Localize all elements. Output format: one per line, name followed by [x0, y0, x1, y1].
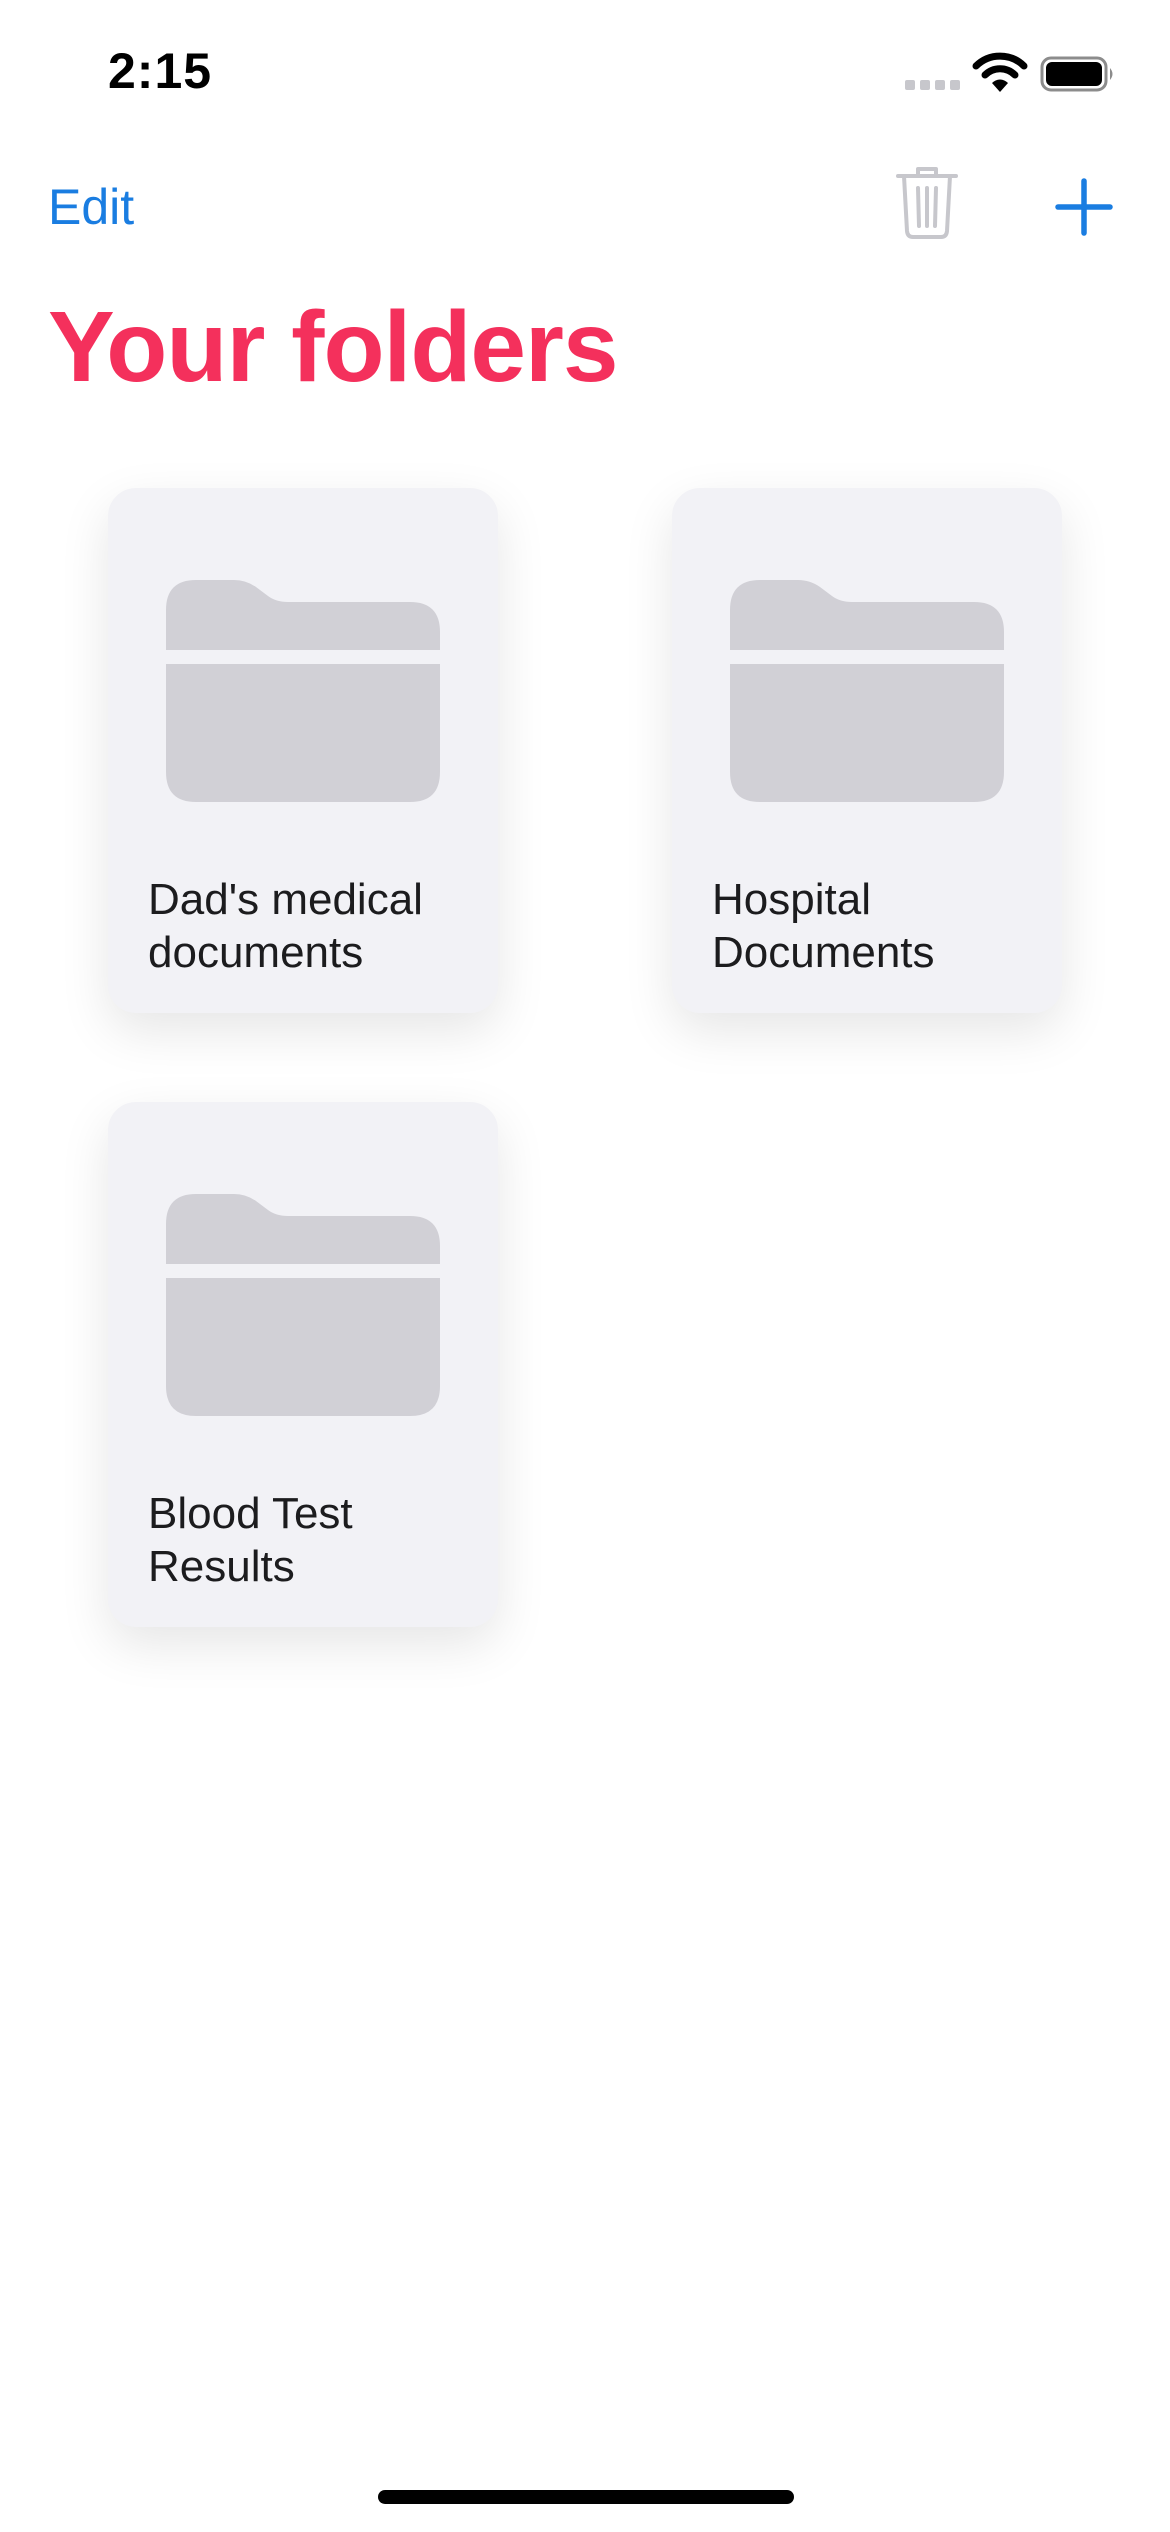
folder-card[interactable]: Dad's medical documents	[108, 488, 498, 1013]
edit-button[interactable]: Edit	[48, 178, 134, 236]
status-time: 2:15	[108, 43, 213, 99]
cellular-signal-icon	[905, 80, 960, 90]
home-indicator[interactable]	[378, 2490, 794, 2504]
folder-card[interactable]: Hospital Documents	[672, 488, 1062, 1013]
plus-icon[interactable]	[1055, 178, 1113, 236]
folder-name: Dad's medical documents	[148, 875, 423, 977]
app-screen: 2:15 Edit Your folders Dad's medical doc…	[0, 0, 1170, 2532]
folder-card[interactable]: Blood Test Results	[108, 1102, 498, 1627]
battery-icon	[1040, 56, 1113, 92]
folder-name: Blood Test Results	[148, 1489, 353, 1591]
wifi-icon	[972, 52, 1028, 92]
page-title: Your folders	[48, 291, 619, 403]
trash-icon[interactable]	[895, 165, 959, 241]
status-bar: 2:15	[0, 0, 1170, 140]
folder-name: Hospital Documents	[712, 875, 935, 977]
folder-icon	[730, 580, 1004, 802]
folder-icon	[166, 580, 440, 802]
folder-icon	[166, 1194, 440, 1416]
